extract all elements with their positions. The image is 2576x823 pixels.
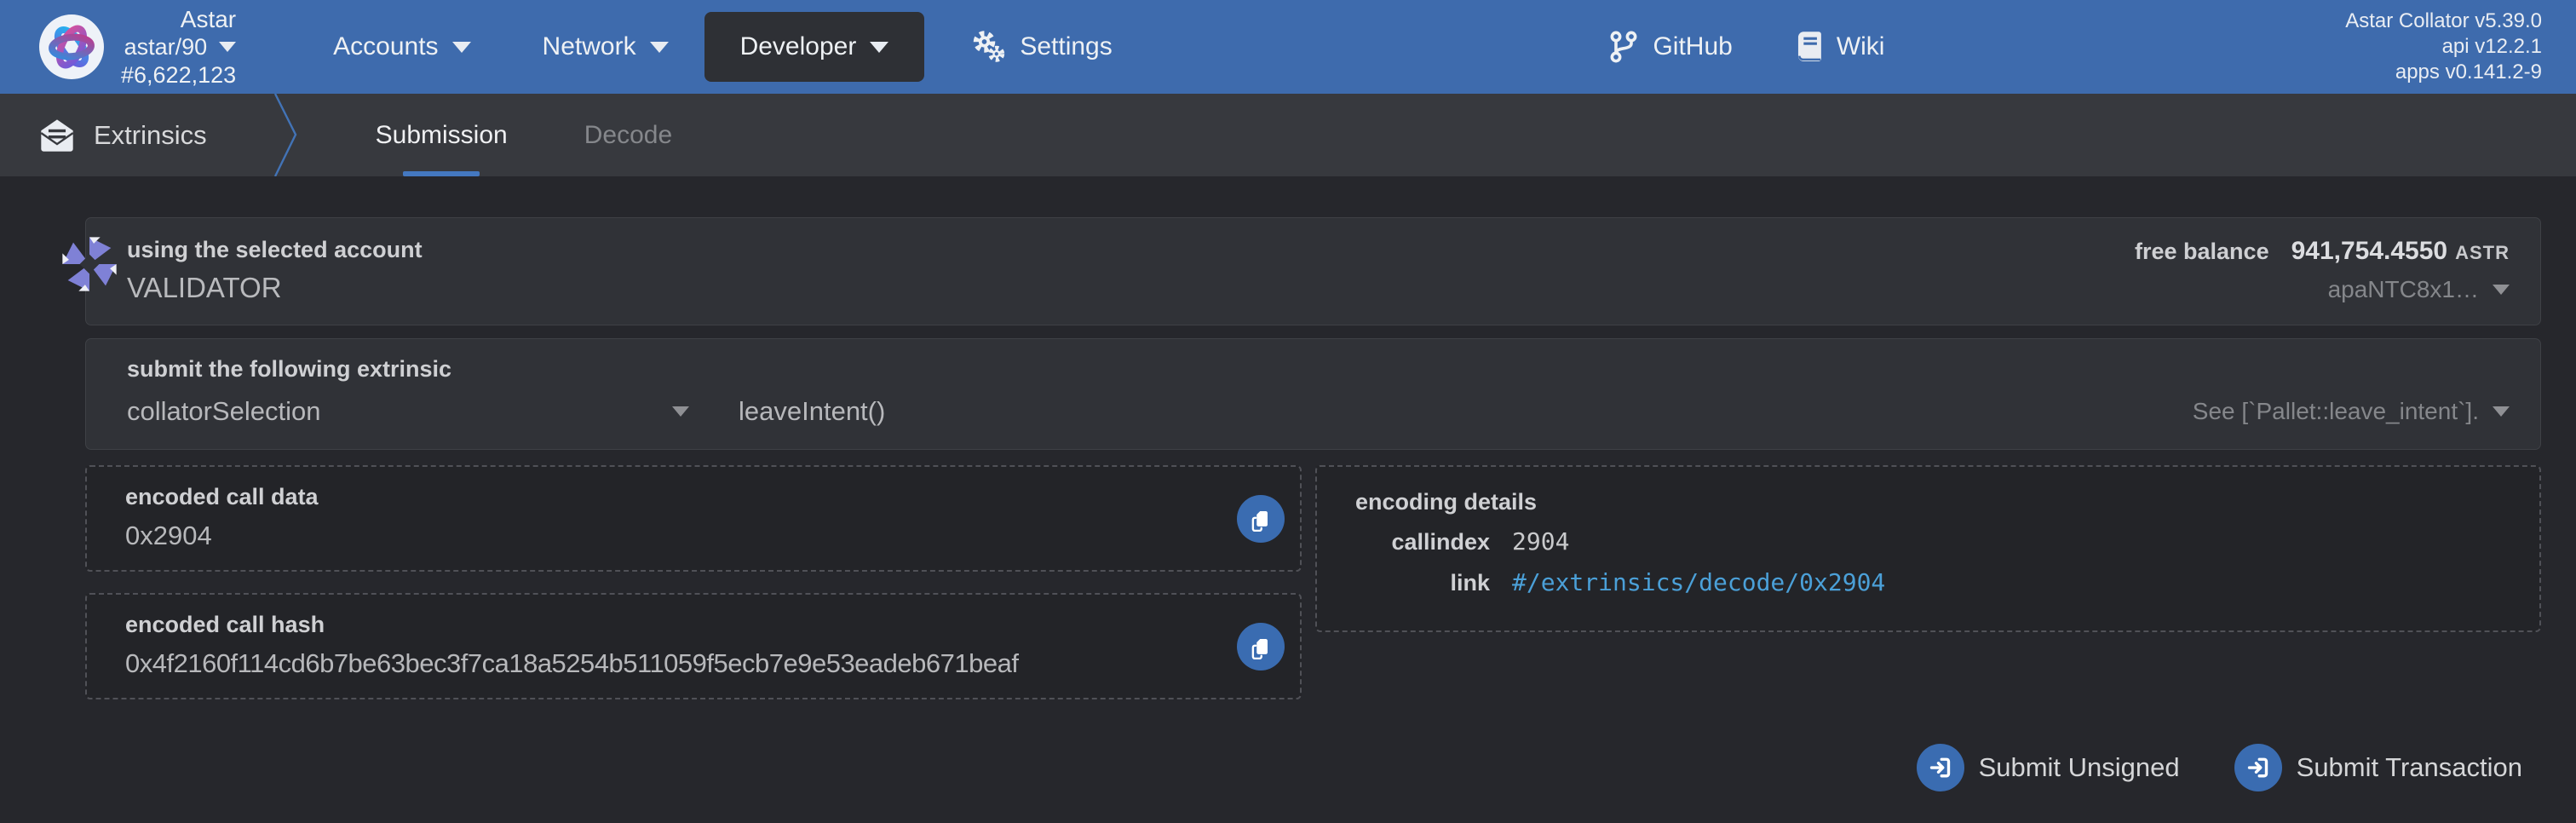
section-title: Extrinsics xyxy=(94,120,207,151)
chevron-down-icon xyxy=(650,42,669,53)
chevron-down-icon xyxy=(452,42,471,53)
main-nav: Accounts Network Developer xyxy=(297,0,1148,94)
call-data-value: 0x2904 xyxy=(125,521,1269,551)
submit-unsigned-button[interactable]: Submit Unsigned xyxy=(1917,744,2180,791)
tabs: Submission Decode xyxy=(374,94,747,176)
pallet-name: collatorSelection xyxy=(127,396,320,427)
github-link[interactable]: GitHub xyxy=(1608,30,1732,64)
method-doc-text: See [`Pallet::leave_intent`]. xyxy=(2193,398,2479,425)
call-data-label: encoded call data xyxy=(125,484,1269,510)
call-hash-label: encoded call hash xyxy=(125,612,1269,638)
account-address-short: apaNTC8x1… xyxy=(2328,276,2479,303)
balance-block: free balance 941,754.4550ASTR apaNTC8x1… xyxy=(2135,237,2510,304)
callindex-value: 2904 xyxy=(1512,527,2509,555)
account-identicon[interactable] xyxy=(57,232,122,296)
pallet-select[interactable]: collatorSelection xyxy=(127,396,689,427)
apps-version: apps v0.141.2-9 xyxy=(2345,60,2542,85)
main-content: using the selected account VALIDATOR fre… xyxy=(0,176,2576,791)
left-column: encoded call data 0x2904 encoded call ha… xyxy=(85,465,1302,699)
chain-name: Astar xyxy=(121,5,236,33)
chevron-down-icon xyxy=(219,42,236,52)
account-section-label: using the selected account xyxy=(127,237,423,263)
code-branch-icon xyxy=(1608,30,1639,64)
chain-info: Astar astar/90 #6,622,123 xyxy=(121,5,236,89)
right-column: encoding details callindex 2904 link #/e… xyxy=(1315,465,2541,632)
submit-actions: Submit Unsigned Submit Transaction xyxy=(85,744,2541,791)
astar-network-logo[interactable] xyxy=(37,13,106,81)
tab-separator xyxy=(272,94,301,176)
free-balance-label: free balance xyxy=(2135,239,2269,265)
encoded-call-hash-panel: encoded call hash 0x4f2160f114cd6b7be63b… xyxy=(85,593,1302,699)
sign-in-icon xyxy=(2234,744,2282,791)
chevron-down-icon xyxy=(2493,406,2510,417)
copy-call-data-button[interactable] xyxy=(1237,495,1285,543)
astar-logo-icon xyxy=(37,13,106,81)
envelope-open-icon xyxy=(37,117,77,154)
section-heading: Extrinsics xyxy=(37,117,207,154)
copy-icon xyxy=(1248,506,1274,532)
token-unit: ASTR xyxy=(2455,242,2510,263)
tab-decode[interactable]: Decode xyxy=(583,94,674,176)
nav-item-developer[interactable]: Developer xyxy=(704,12,925,82)
method-doc-dropdown[interactable]: See [`Pallet::leave_intent`]. xyxy=(2193,398,2510,425)
submit-transaction-label: Submit Transaction xyxy=(2297,752,2522,783)
chain-spec: astar/90 xyxy=(124,33,208,61)
encoded-call-data-panel: encoded call data 0x2904 xyxy=(85,465,1302,572)
callindex-key: callindex xyxy=(1355,529,1490,555)
copy-call-hash-button[interactable] xyxy=(1237,623,1285,670)
extrinsic-section-label: submit the following extrinsic xyxy=(127,356,2510,383)
chain-spec-selector[interactable]: astar/90 xyxy=(121,33,236,61)
method-name[interactable]: leaveIntent() xyxy=(739,396,885,427)
encoding-details-label: encoding details xyxy=(1355,489,2509,515)
chevron-down-icon xyxy=(672,406,689,417)
call-hash-value: 0x4f2160f114cd6b7be63bec3f7ca18a5254b511… xyxy=(125,648,1269,679)
gears-icon xyxy=(970,29,1006,65)
output-columns: encoded call data 0x2904 encoded call ha… xyxy=(85,465,2541,699)
free-balance-value: 941,754.4550ASTR xyxy=(2291,237,2510,266)
book-icon xyxy=(1794,30,1823,64)
account-info: using the selected account VALIDATOR xyxy=(127,237,423,304)
chevron-down-icon xyxy=(2493,285,2510,295)
nav-item-accounts[interactable]: Accounts xyxy=(297,12,506,82)
api-version: api v12.2.1 xyxy=(2345,34,2542,60)
submit-unsigned-label: Submit Unsigned xyxy=(1979,752,2180,783)
tab-submission[interactable]: Submission xyxy=(374,94,509,176)
sign-in-icon xyxy=(1917,744,1964,791)
account-name: VALIDATOR xyxy=(127,272,423,304)
submit-transaction-button[interactable]: Submit Transaction xyxy=(2234,744,2522,791)
encoding-details-grid: callindex 2904 link #/extrinsics/decode/… xyxy=(1355,527,2509,596)
copy-icon xyxy=(1248,634,1274,659)
best-block-number: #6,622,123 xyxy=(121,61,236,89)
account-address-dropdown[interactable]: apaNTC8x1… xyxy=(2135,276,2510,303)
encoding-details-panel: encoding details callindex 2904 link #/e… xyxy=(1315,465,2541,632)
wiki-link[interactable]: Wiki xyxy=(1794,30,1885,64)
decode-link[interactable]: #/extrinsics/decode/0x2904 xyxy=(1512,568,2509,596)
external-links: GitHub Wiki xyxy=(1608,30,1884,64)
version-info: Astar Collator v5.39.0 api v12.2.1 apps … xyxy=(2345,9,2542,85)
account-panel: using the selected account VALIDATOR fre… xyxy=(85,217,2541,325)
page-tabbar: Extrinsics Submission Decode xyxy=(0,94,2576,176)
nav-item-network[interactable]: Network xyxy=(507,12,704,82)
extrinsic-row: collatorSelection leaveIntent() See [`Pa… xyxy=(127,396,2510,427)
chevron-down-icon xyxy=(870,42,888,53)
nav-item-settings[interactable]: Settings xyxy=(934,12,1147,82)
link-key: link xyxy=(1355,570,1490,596)
extrinsic-panel: submit the following extrinsic collatorS… xyxy=(85,338,2541,450)
node-version: Astar Collator v5.39.0 xyxy=(2345,9,2542,34)
top-header: Astar astar/90 #6,622,123 Accounts Netwo… xyxy=(0,0,2576,94)
